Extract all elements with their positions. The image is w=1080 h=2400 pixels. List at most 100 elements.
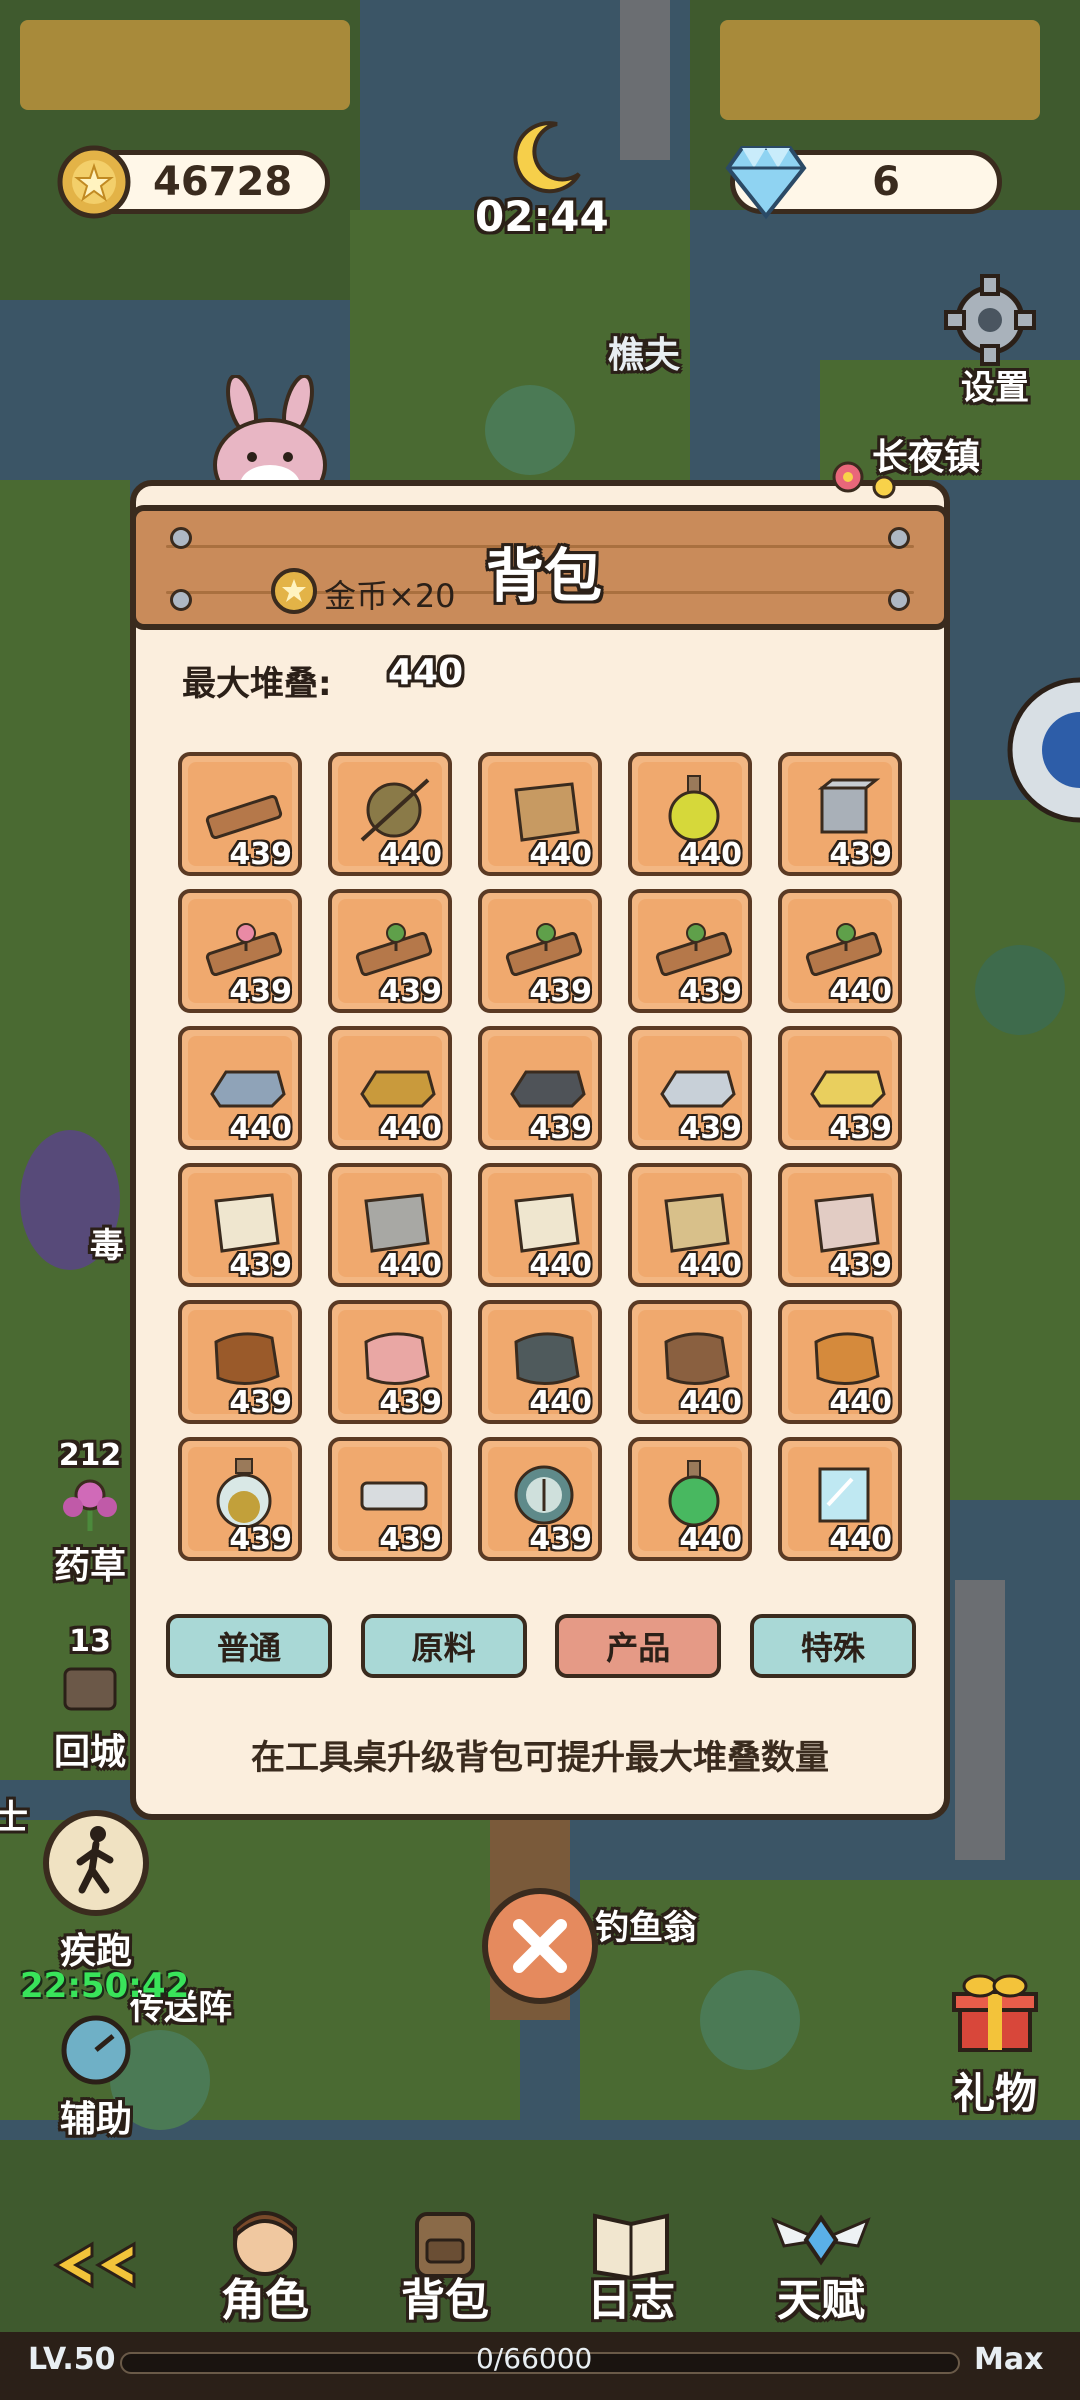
nav-bag[interactable]: 背包 [380, 2200, 510, 2328]
item-count: 439 [229, 837, 292, 872]
inventory-slot[interactable]: 440 [478, 1300, 602, 1424]
bolt-icon [888, 589, 910, 611]
inventory-slot[interactable]: 439 [778, 1026, 902, 1150]
item-count: 439 [679, 1111, 742, 1146]
inventory-slot[interactable]: 440 [328, 752, 452, 876]
max-stack-value: 440 [388, 652, 464, 693]
gift-box-icon [952, 1974, 1038, 2052]
coin-icon [57, 145, 131, 219]
buff-timer: 22:50:42 [20, 1966, 190, 2006]
bolt-icon [170, 589, 192, 611]
inventory-slot[interactable]: 439 [178, 752, 302, 876]
inventory-slot[interactable]: 439 [178, 1300, 302, 1424]
inventory-slot[interactable]: 439 [778, 1163, 902, 1287]
assist-label: 辅助 [59, 2099, 132, 2140]
item-count: 439 [829, 837, 892, 872]
inventory-slot[interactable]: 439 [328, 1437, 452, 1561]
inventory-slot[interactable]: 440 [778, 1300, 902, 1424]
herb-count: 212 [58, 1438, 122, 1473]
item-count: 440 [529, 1385, 592, 1420]
inventory-slot[interactable]: 440 [478, 1163, 602, 1287]
item-count: 439 [529, 1111, 592, 1146]
upgrade-hint: 在工具桌升级背包可提升最大堆叠数量 [251, 1738, 829, 1778]
inventory-slot[interactable]: 440 [628, 1437, 752, 1561]
item-count: 439 [829, 1111, 892, 1146]
coin-counter: 46728 [57, 145, 330, 219]
herb-shortcut[interactable]: 212 药草 [40, 1438, 140, 1589]
item-count: 439 [379, 1385, 442, 1420]
inventory-slot[interactable]: 439 [628, 889, 752, 1013]
inventory-slot[interactable]: 439 [178, 889, 302, 1013]
item-count: 439 [529, 1522, 592, 1557]
inventory-slot[interactable]: 439 [478, 1437, 602, 1561]
inventory-slot[interactable]: 439 [478, 889, 602, 1013]
item-count: 440 [379, 837, 442, 872]
diamond-icon [725, 146, 807, 220]
item-count: 439 [229, 974, 292, 1009]
bolt-icon [888, 527, 910, 549]
item-count: 440 [379, 1111, 442, 1146]
left-edge-label: 士 [0, 1798, 28, 1838]
assist-button[interactable]: 辅助 [46, 2010, 146, 2142]
herb-label: 药草 [53, 1546, 126, 1587]
inventory-slot[interactable]: 439 [778, 752, 902, 876]
item-count: 439 [229, 1522, 292, 1557]
herb-flower-icon [63, 1479, 117, 1531]
inventory-grid: 439 440 440 440 439 439 439 439 439 440 440 440 439 4… [178, 752, 904, 1562]
item-count: 439 [379, 1522, 442, 1557]
tab-material[interactable]: 原料 [360, 1614, 527, 1678]
nav-talent[interactable]: 天赋 [756, 2200, 886, 2328]
flower-decoration [832, 461, 896, 499]
gear-icon [944, 274, 1036, 366]
item-count: 440 [829, 974, 892, 1009]
running-man-icon [43, 1810, 149, 1916]
inventory-slot[interactable]: 440 [628, 752, 752, 876]
return-town-button[interactable]: 13 回城 [40, 1624, 140, 1775]
inventory-slot[interactable]: 440 [178, 1026, 302, 1150]
npc-woodcutter-label: 樵夫 [608, 335, 681, 376]
inventory-slot[interactable]: 439 [628, 1026, 752, 1150]
nav-journal[interactable]: 日志 [566, 2200, 696, 2328]
inventory-slot[interactable]: 439 [178, 1163, 302, 1287]
poison-area-label: 毒 [90, 1226, 124, 1266]
max-label: Max [974, 2342, 1044, 2377]
inventory-slot[interactable]: 440 [628, 1163, 752, 1287]
item-count: 439 [829, 1248, 892, 1283]
xp-value: 0/66000 [476, 2342, 593, 2375]
inventory-slot[interactable]: 440 [478, 752, 602, 876]
tab-product[interactable]: 产品 [555, 1614, 722, 1678]
inventory-slot[interactable]: 439 [178, 1437, 302, 1561]
coin-icon [271, 568, 317, 614]
tab-normal[interactable]: 普通 [166, 1614, 332, 1678]
tab-special[interactable]: 特殊 [749, 1614, 916, 1678]
inventory-title: 背包 [486, 542, 603, 610]
inventory-slot[interactable]: 439 [328, 1300, 452, 1424]
collapse-chevron-icon[interactable] [46, 2240, 142, 2290]
inventory-slot[interactable]: 440 [628, 1300, 752, 1424]
inventory-slot[interactable]: 440 [778, 1437, 902, 1561]
sprint-button[interactable]: 疾跑 [36, 1808, 156, 1974]
inventory-slot[interactable]: 439 [478, 1026, 602, 1150]
inventory-slot[interactable]: 440 [328, 1026, 452, 1150]
max-stack-label: 最大堆叠: [182, 664, 332, 704]
item-count: 440 [679, 1385, 742, 1420]
item-count: 440 [679, 837, 742, 872]
inventory-slot[interactable]: 439 [328, 889, 452, 1013]
fisherman-label: 钓鱼翁 [595, 1908, 697, 1948]
nav-character[interactable]: 角色 [200, 2200, 330, 2328]
item-count: 439 [529, 974, 592, 1009]
inventory-slot[interactable]: 440 [778, 889, 902, 1013]
close-button[interactable] [482, 1888, 598, 2004]
coin-value: 46728 [153, 159, 293, 205]
item-count: 440 [679, 1248, 742, 1283]
settings-button[interactable]: 设置 [940, 270, 1050, 409]
item-count: 440 [829, 1385, 892, 1420]
coin-reward-label: 金币×20 [324, 577, 456, 615]
item-count: 440 [679, 1522, 742, 1557]
bolt-icon [170, 527, 192, 549]
gift-button[interactable]: 礼物 [930, 1966, 1060, 2121]
item-count: 440 [529, 837, 592, 872]
inventory-slot[interactable]: 440 [328, 1163, 452, 1287]
category-tabs: 普通 原料 产品 特殊 [166, 1614, 916, 1678]
item-count: 439 [379, 974, 442, 1009]
